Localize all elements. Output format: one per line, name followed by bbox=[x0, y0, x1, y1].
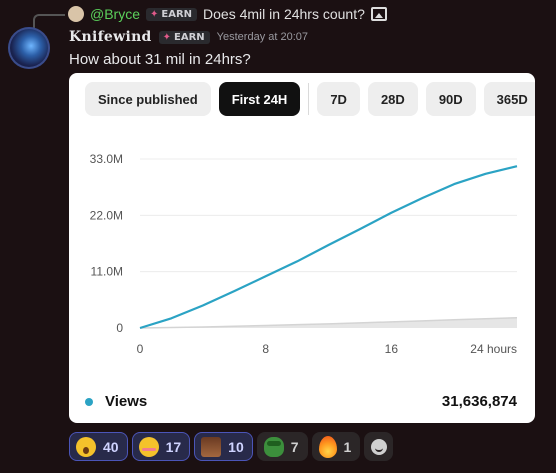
reaction-count: 1 bbox=[343, 438, 352, 455]
reply-mention[interactable]: @Bryce bbox=[90, 6, 140, 22]
reactions-bar: 40 17 10 7 1 bbox=[69, 432, 394, 461]
views-total: 31,636,874 bbox=[441, 393, 517, 410]
reply-text[interactable]: Does 4mil in 24hrs count? bbox=[203, 6, 365, 22]
analytics-card: Since published First 24H 7D 28D 90D 365… bbox=[69, 73, 535, 423]
views-line-chart: 0 11.0M 22.0M 33.0M 0 8 16 24 hours bbox=[90, 152, 518, 356]
y-tick-label: 11.0M bbox=[91, 265, 123, 279]
fire-icon bbox=[318, 435, 337, 458]
legend-label: Views bbox=[105, 393, 148, 410]
reaction-fire[interactable]: 1 bbox=[311, 432, 361, 461]
reaction-astonished[interactable]: 40 bbox=[69, 432, 128, 461]
astonished-face-icon bbox=[76, 436, 96, 457]
add-reaction-button[interactable] bbox=[364, 432, 394, 461]
tab-28d[interactable]: 28D bbox=[367, 82, 418, 116]
image-icon bbox=[370, 7, 387, 21]
smile-icon bbox=[370, 438, 387, 455]
reaction-count: 17 bbox=[165, 438, 182, 455]
y-tick-label: 22.0M bbox=[90, 208, 123, 222]
message-text: How about 31 mil in 24hrs? bbox=[69, 51, 251, 68]
reaction-count: 10 bbox=[228, 438, 244, 455]
avatar[interactable] bbox=[8, 27, 50, 69]
tab-365d[interactable]: 365D bbox=[483, 82, 535, 116]
x-tick-label: 24 hours bbox=[470, 342, 517, 356]
tab-divider bbox=[308, 83, 310, 115]
tab-7d[interactable]: 7D bbox=[317, 82, 360, 116]
x-tick-label: 8 bbox=[262, 342, 269, 356]
chart-legend: Views 31,636,874 bbox=[85, 393, 517, 410]
reaction-count: 7 bbox=[290, 438, 299, 455]
series-dot bbox=[85, 397, 93, 406]
views-series-line bbox=[139, 165, 518, 330]
tab-90d[interactable]: 90D bbox=[425, 82, 476, 116]
flushed-face-icon bbox=[138, 436, 159, 457]
y-tick-label: 33.0M bbox=[90, 152, 123, 166]
timestamp: Yesterday at 20:07 bbox=[216, 31, 309, 43]
message-header: Knifewind ✦ EARN Yesterday at 20:07 bbox=[69, 29, 308, 45]
username[interactable]: Knifewind bbox=[69, 29, 152, 45]
gem-icon: ✦ bbox=[150, 8, 159, 20]
gem-icon: ✦ bbox=[162, 31, 172, 43]
y-tick-label: 0 bbox=[116, 321, 123, 335]
reply-avatar bbox=[68, 6, 84, 22]
time-range-tabs: Since published First 24H 7D 28D 90D 365… bbox=[85, 82, 535, 116]
reaction-flushed[interactable]: 17 bbox=[131, 432, 191, 461]
x-tick-label: 16 bbox=[385, 342, 399, 356]
reply-reference[interactable]: @Bryce ✦ EARN Does 4mil in 24hrs count? bbox=[68, 4, 387, 24]
custom-face-icon bbox=[201, 436, 222, 457]
reaction-pepe[interactable]: 7 bbox=[256, 432, 308, 461]
reaction-count: 40 bbox=[103, 438, 119, 455]
reply-earn-badge: ✦ EARN bbox=[146, 7, 198, 21]
pepe-frog-icon bbox=[263, 436, 284, 457]
tab-since-published[interactable]: Since published bbox=[85, 82, 211, 116]
earn-badge: ✦ EARN bbox=[158, 30, 210, 44]
reaction-custom-face[interactable]: 10 bbox=[194, 432, 253, 461]
x-tick-label: 0 bbox=[137, 342, 144, 356]
tab-first-24h[interactable]: First 24H bbox=[218, 82, 301, 116]
